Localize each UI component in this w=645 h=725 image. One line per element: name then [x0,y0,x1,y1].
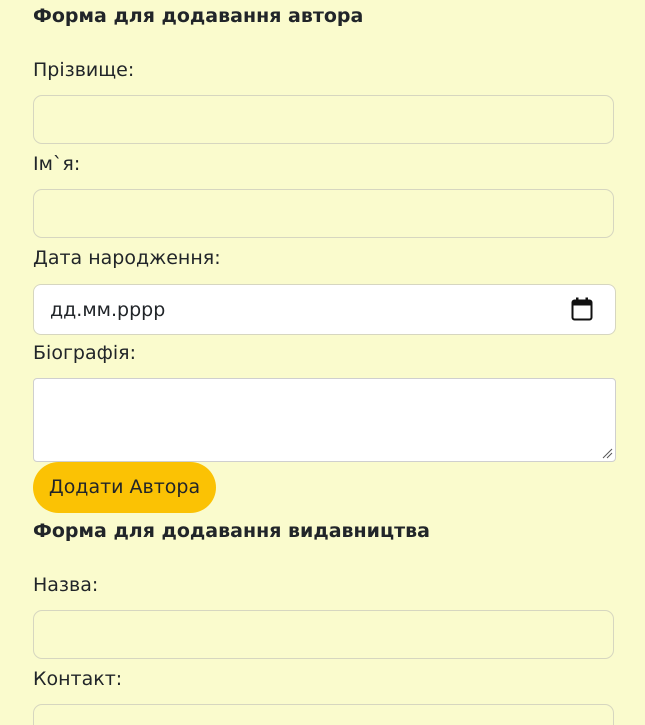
name-label: Ім`я: [33,153,81,175]
biography-textarea[interactable] [33,378,616,462]
biography-label: Біографія: [33,342,136,364]
page: Форма для додавання автора Прізвище: Ім`… [0,0,645,725]
surname-label: Прізвище: [33,59,135,81]
birthdate-label: Дата народження: [33,247,221,269]
calendar-icon[interactable] [571,297,593,321]
surname-input[interactable] [33,95,614,144]
publisher-name-label: Назва: [33,574,99,596]
publisher-form-title: Форма для додавання видавництва [33,520,430,542]
birthdate-placeholder: дд.мм.рррр [50,299,166,321]
name-input[interactable] [33,189,614,238]
publisher-contact-input[interactable] [33,704,614,725]
publisher-name-input[interactable] [33,610,614,659]
birthdate-input[interactable]: дд.мм.рррр [33,284,616,335]
add-author-button[interactable]: Додати Автора [33,462,216,513]
resize-handle-icon[interactable] [601,447,613,459]
publisher-contact-label: Контакт: [33,668,123,690]
author-form-title: Форма для додавання автора [33,5,364,27]
